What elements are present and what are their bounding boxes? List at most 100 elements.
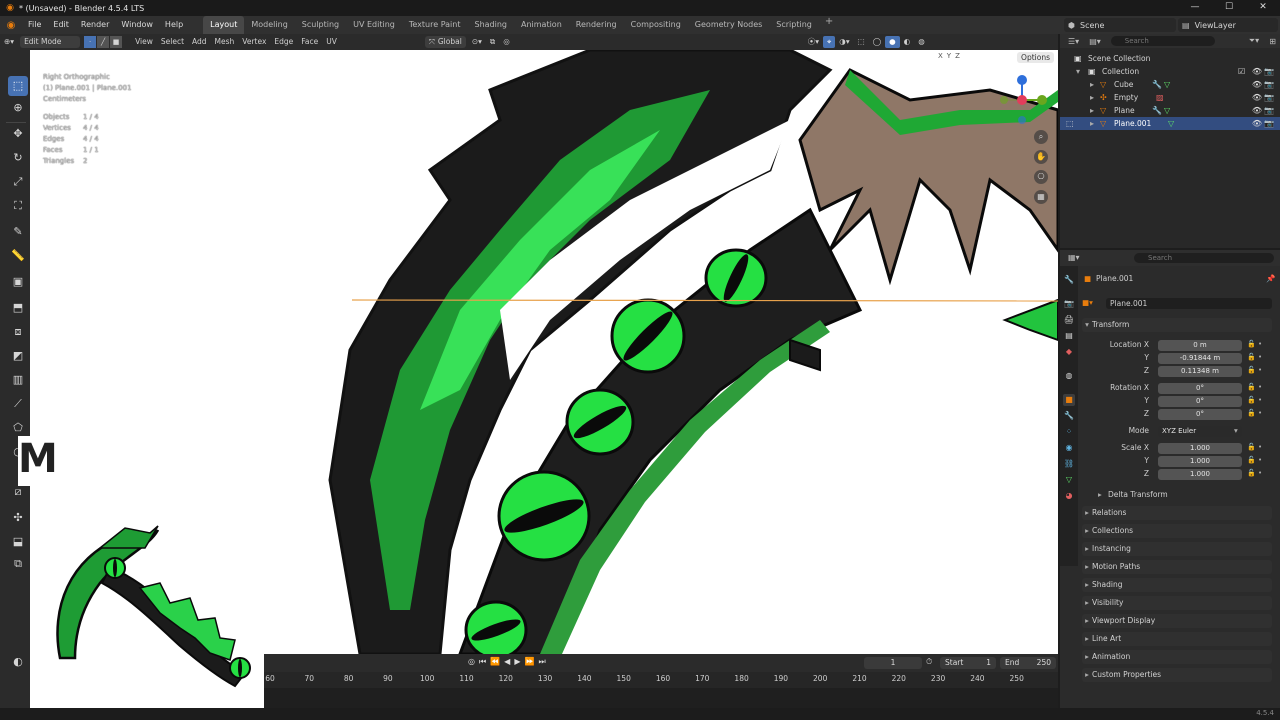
extrude-tool-icon[interactable]: ⬒ (8, 298, 28, 318)
options-dropdown[interactable]: Options (1017, 52, 1054, 63)
tab-geometry-nodes[interactable]: Geometry Nodes (688, 16, 769, 34)
outliner-row-plane-001[interactable]: ⬚ ▸ ▽ Plane.001 ▽ 👁 📷 (1060, 117, 1280, 130)
animation-panel-header[interactable]: ▸ Animation (1082, 650, 1272, 664)
edge-select-icon[interactable]: ╱ (97, 36, 110, 48)
display-mode-icon[interactable]: ▤▾ (1089, 37, 1101, 46)
eye-icon[interactable]: 👁 (1252, 91, 1262, 104)
view-layer-tab-icon[interactable]: ▤ (1063, 330, 1075, 342)
tab-compositing[interactable]: Compositing (624, 16, 688, 34)
loop-cut-tool-icon[interactable]: ▥ (8, 370, 28, 390)
outliner-row-cube[interactable]: ▸ ▽ Cube 🔧 ▽ 👁 📷 (1060, 78, 1280, 91)
poly-build-tool-icon[interactable]: ⬠ (8, 418, 28, 438)
rotation-mode-dropdown[interactable]: XYZ Euler (1158, 426, 1242, 437)
play-icon[interactable]: ▶ (514, 657, 520, 667)
outliner-row-scene-collection[interactable]: ▣ Scene Collection (1060, 52, 1280, 65)
timeline-ruler[interactable]: 60 70 80 90 100 110 120 130 140 150 160 170 180 190 20… (264, 674, 1058, 686)
camera-icon[interactable]: 📷 (1264, 65, 1274, 78)
overlays-icon[interactable]: ◑▾ (835, 36, 853, 48)
maximize-button[interactable]: ☐ (1212, 0, 1246, 16)
location-x-field[interactable]: 0 m (1158, 340, 1242, 351)
lock-icon[interactable]: 🔓 • (1247, 366, 1262, 374)
world-tab-icon[interactable]: ◍ (1063, 370, 1075, 382)
rotation-z-field[interactable]: 0° (1158, 409, 1242, 420)
current-frame-field[interactable]: 1 (864, 657, 922, 669)
data-tab-icon[interactable]: ▽ (1063, 474, 1075, 486)
collections-panel-header[interactable]: ▸ Collections (1082, 524, 1272, 538)
select-box-tool-icon[interactable]: ⬚ (8, 76, 28, 96)
tab-texture-paint[interactable]: Texture Paint (402, 16, 468, 34)
lock-icon[interactable]: 🔓 • (1247, 469, 1262, 477)
menu-face[interactable]: Face (297, 36, 322, 48)
menu-mesh[interactable]: Mesh (211, 36, 239, 48)
lock-icon[interactable]: 🔓 • (1247, 396, 1262, 404)
chevron-right-icon[interactable]: ▸ (1090, 91, 1094, 104)
rip-tool-icon[interactable]: ⧉ (8, 554, 28, 574)
shading-solid-icon[interactable]: ● (885, 36, 900, 48)
tab-modeling[interactable]: Modeling (244, 16, 294, 34)
editor-type-icon[interactable]: ⊕▾ (0, 36, 18, 48)
outliner-search-input[interactable]: Search (1110, 36, 1215, 46)
scene-selector[interactable]: ⬢ Scene (1064, 18, 1176, 32)
prev-keyframe-icon[interactable]: ⏪ (490, 657, 500, 667)
transform-tool-icon[interactable]: ⛶ (8, 196, 28, 216)
tab-rendering[interactable]: Rendering (569, 16, 624, 34)
gizmo-toggle-icon[interactable]: ⌖ (823, 36, 836, 48)
properties-search-input[interactable]: Search (1134, 253, 1274, 263)
menu-uv[interactable]: UV (322, 36, 341, 48)
instancing-panel-header[interactable]: ▸ Instancing (1082, 542, 1272, 556)
camera-icon[interactable]: 📷 (1264, 91, 1274, 104)
close-button[interactable]: ✕ (1246, 0, 1280, 16)
camera-icon[interactable]: 📷 (1264, 104, 1274, 117)
cursor-tool-icon[interactable]: ⊕ (8, 98, 28, 118)
scale-tool-icon[interactable]: ⤢ (8, 172, 28, 192)
shrink-fatten-tool-icon[interactable]: ✣ (8, 508, 28, 528)
tab-uv-editing[interactable]: UV Editing (346, 16, 402, 34)
lock-icon[interactable]: 🔓 • (1247, 409, 1262, 417)
jump-start-icon[interactable]: ⏮ (479, 657, 486, 667)
mirror-x-toggle[interactable]: X (938, 52, 943, 60)
chevron-down-icon[interactable]: ▾ (1076, 65, 1080, 78)
transform-orientation-dropdown[interactable]: ⤧ Global (424, 36, 466, 48)
location-z-field[interactable]: 0.11348 m (1158, 366, 1242, 377)
face-select-icon[interactable]: ■ (110, 36, 123, 48)
outliner-editor-icon[interactable]: ☰▾ (1068, 37, 1079, 46)
render-tab-icon[interactable]: 📷 (1063, 298, 1075, 310)
scale-z-field[interactable]: 1.000 (1158, 469, 1242, 480)
minimize-button[interactable]: — (1178, 0, 1212, 16)
ortho-grid-icon[interactable]: ▦ (1034, 190, 1048, 204)
tab-sculpting[interactable]: Sculpting (295, 16, 346, 34)
editor-switch-icon[interactable]: ◐ (8, 652, 28, 672)
lock-icon[interactable]: 🔓 • (1247, 443, 1262, 451)
tool-tab-icon[interactable]: 🔧 (1063, 274, 1075, 286)
knife-tool-icon[interactable]: ⟋ (8, 394, 28, 414)
mode-dropdown[interactable]: Edit Mode (20, 36, 81, 48)
outliner-row-collection[interactable]: ▾ ▣ Collection ☑ 👁 📷 (1060, 65, 1280, 78)
bevel-tool-icon[interactable]: ◩ (8, 346, 28, 366)
line-art-panel-header[interactable]: ▸ Line Art (1082, 632, 1272, 646)
move-tool-icon[interactable]: ✥ (8, 124, 28, 144)
properties-editor-icon[interactable]: ▦▾ (1068, 253, 1080, 262)
chevron-right-icon[interactable]: ▸ (1090, 117, 1094, 130)
outliner-row-plane[interactable]: ▸ ▽ Plane 🔧 ▽ 👁 📷 (1060, 104, 1280, 117)
preview-range-icon[interactable]: ⏱ (926, 657, 932, 667)
rotation-x-field[interactable]: 0° (1158, 383, 1242, 394)
menu-help[interactable]: Help (159, 16, 189, 34)
add-cube-tool-icon[interactable]: ▣ (8, 272, 28, 292)
tab-scripting[interactable]: Scripting (769, 16, 819, 34)
menu-edge[interactable]: Edge (270, 36, 297, 48)
scene-tab-icon[interactable]: ◆ (1063, 346, 1075, 358)
menu-add[interactable]: Add (188, 36, 211, 48)
eye-icon[interactable]: 👁 (1252, 78, 1262, 91)
eye-icon[interactable]: 👁 (1252, 104, 1262, 117)
menu-view[interactable]: View (131, 36, 157, 48)
transform-panel-header[interactable]: ▾ Transform (1082, 318, 1272, 332)
shading-material-icon[interactable]: ◐ (900, 36, 915, 48)
jump-end-icon[interactable]: ⏭ (538, 657, 545, 667)
relations-panel-header[interactable]: ▸ Relations (1082, 506, 1272, 520)
push-pull-tool-icon[interactable]: ⬓ (8, 532, 28, 552)
measure-tool-icon[interactable]: 📏 (8, 246, 28, 266)
snap-icon[interactable]: ⧉ (486, 36, 499, 48)
view-layer-selector[interactable]: ▤ ViewLayer (1178, 18, 1278, 32)
viewport-display-panel-header[interactable]: ▸ Viewport Display (1082, 614, 1272, 628)
output-tab-icon[interactable]: 🖨 (1063, 314, 1075, 326)
